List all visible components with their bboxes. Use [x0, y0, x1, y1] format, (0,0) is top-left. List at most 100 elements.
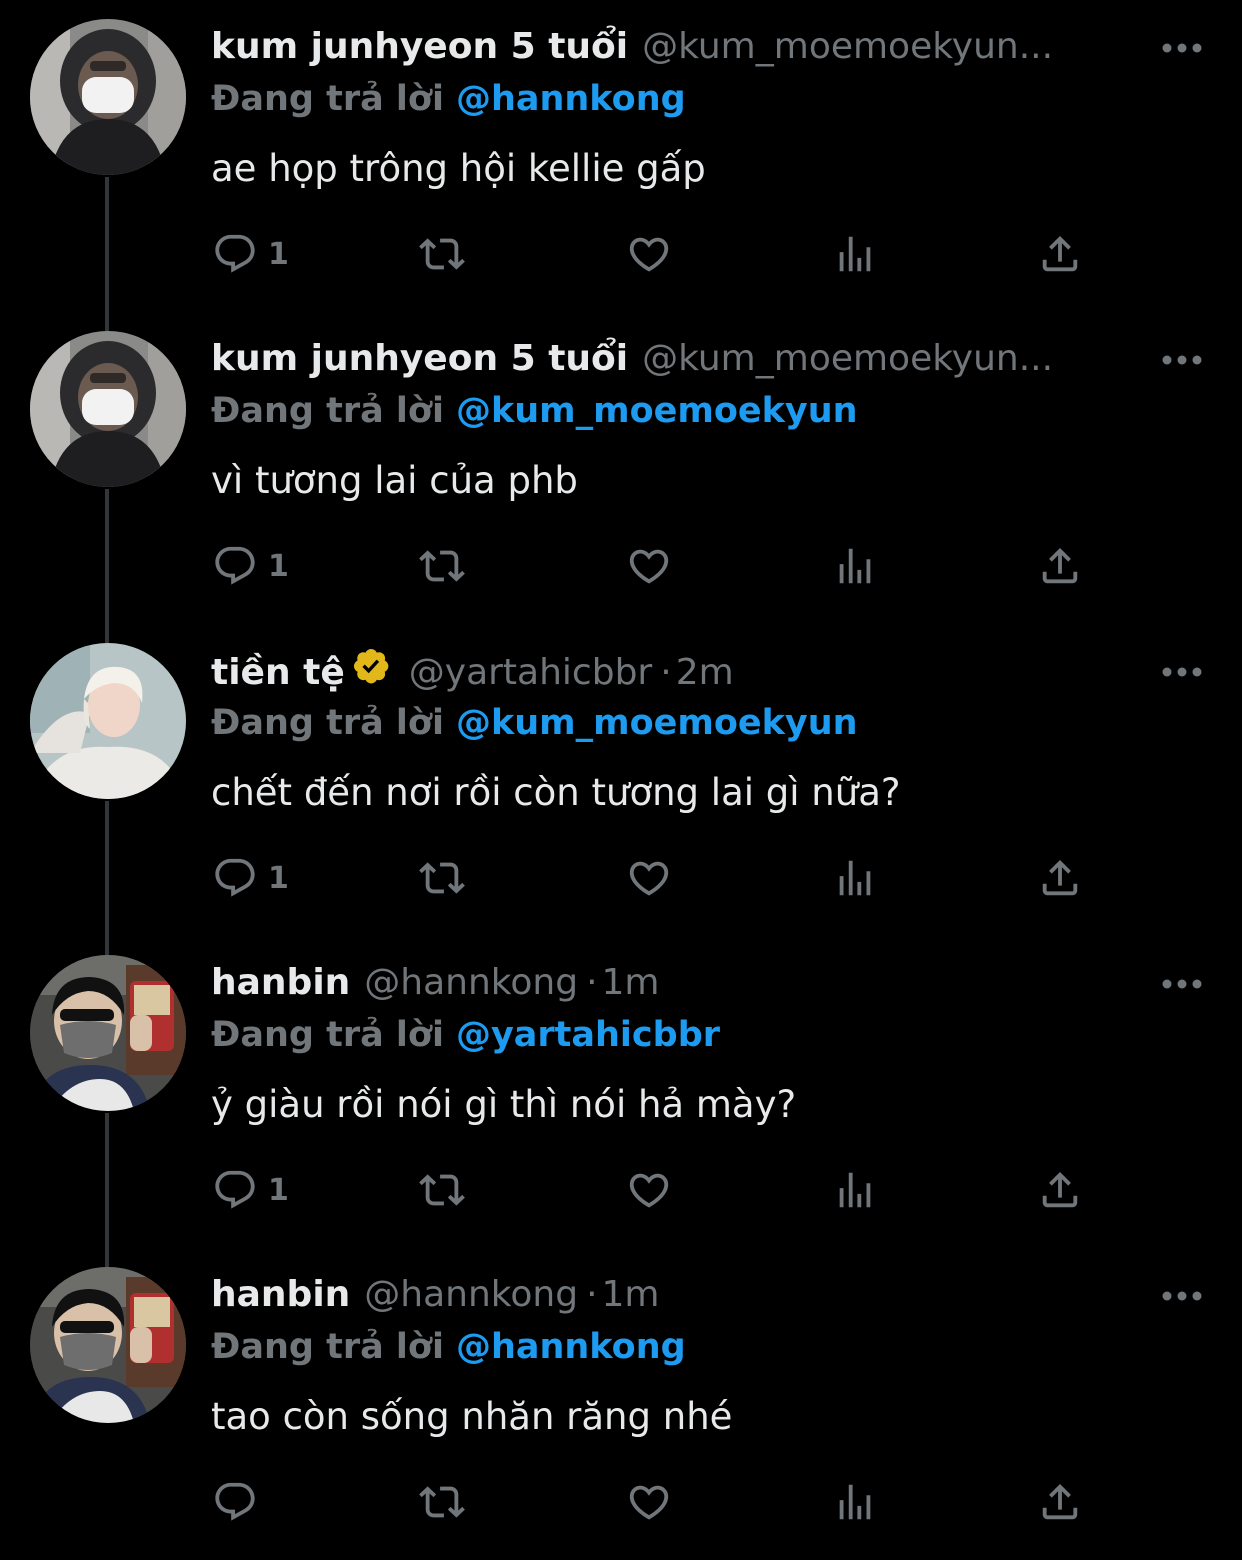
replying-label: Đang trả lời	[211, 1327, 444, 1367]
reply-button[interactable]: 1	[212, 838, 289, 918]
more-options-icon[interactable]	[1160, 40, 1204, 54]
mention-link[interactable]: @kum_moemoekyun	[456, 703, 858, 743]
timestamp[interactable]: 1m	[602, 1274, 660, 1315]
user-handle[interactable]: @kum_moemoekyun...	[642, 26, 1053, 67]
tweet-actions: 1	[0, 526, 1242, 606]
tweet-actions: 1	[0, 1150, 1242, 1230]
share-button[interactable]	[1037, 214, 1083, 294]
tweet-thread: kum junhyeon 5 tuổi @kum_moemoekyun... Đa…	[0, 0, 1242, 1548]
display-name[interactable]: hanbin	[211, 1274, 350, 1315]
tweet-text: tao còn sống nhăn răng nhé	[211, 1395, 733, 1438]
more-options-icon[interactable]	[1160, 352, 1204, 366]
reply-button[interactable]: 1	[212, 1150, 289, 1230]
like-button[interactable]	[625, 526, 673, 606]
retweet-button[interactable]	[414, 1462, 470, 1542]
tweet[interactable]: tiền tệ @yartahicbbr · 2m Đang trả lời @kum…	[0, 624, 1242, 955]
retweet-button[interactable]	[414, 838, 470, 918]
views-button[interactable]	[832, 214, 878, 294]
avatar[interactable]	[30, 19, 186, 175]
display-name[interactable]: hanbin	[211, 962, 350, 1003]
share-icon	[1037, 231, 1083, 277]
share-button[interactable]	[1037, 838, 1083, 918]
more-options-icon[interactable]	[1160, 664, 1204, 678]
mention-link[interactable]: @hannkong	[456, 79, 686, 119]
user-handle[interactable]: @hannkong	[364, 1274, 578, 1315]
user-handle[interactable]: @yartahicbbr	[409, 652, 652, 693]
mention-link[interactable]: @hannkong	[456, 1327, 686, 1367]
like-button[interactable]	[625, 214, 673, 294]
avatar[interactable]	[30, 955, 186, 1111]
replying-label: Đang trả lời	[211, 1015, 444, 1055]
heart-icon	[625, 543, 673, 589]
tweet[interactable]: kum junhyeon 5 tuổi @kum_moemoekyun... Đa…	[0, 0, 1242, 331]
views-chart-icon	[832, 1167, 878, 1213]
views-button[interactable]	[832, 526, 878, 606]
views-button[interactable]	[832, 838, 878, 918]
reply-icon	[212, 1167, 258, 1213]
like-button[interactable]	[625, 838, 673, 918]
share-button[interactable]	[1037, 526, 1083, 606]
replying-to: Đang trả lời @kum_moemoekyun	[211, 386, 858, 436]
heart-icon	[625, 1167, 673, 1213]
retweet-button[interactable]	[414, 214, 470, 294]
tweet-header: hanbin @hannkong · 1m	[211, 958, 1151, 1008]
tweet[interactable]: kum junhyeon 5 tuổi @kum_moemoekyun... Đa…	[0, 312, 1242, 643]
like-button[interactable]	[625, 1150, 673, 1230]
reply-button[interactable]	[212, 1462, 258, 1542]
tweet[interactable]: hanbin @hannkong · 1m Đang trả lời @yartahic…	[0, 936, 1242, 1267]
heart-icon	[625, 231, 673, 277]
retweet-icon	[414, 231, 470, 277]
like-button[interactable]	[625, 1462, 673, 1542]
display-name[interactable]: kum junhyeon 5 tuổi	[211, 338, 628, 379]
reply-count: 1	[268, 1172, 289, 1208]
heart-icon	[625, 855, 673, 901]
tweet[interactable]: hanbin @hannkong · 1m Đang trả lời @hannkong…	[0, 1248, 1242, 1560]
retweet-icon	[414, 1479, 470, 1525]
retweet-button[interactable]	[414, 526, 470, 606]
reply-button[interactable]: 1	[212, 526, 289, 606]
avatar[interactable]	[30, 643, 186, 799]
tweet-header: tiền tệ @yartahicbbr · 2m	[211, 646, 1151, 696]
verified-badge-icon	[351, 646, 395, 696]
timestamp[interactable]: 1m	[602, 962, 660, 1003]
tweet-actions: 1	[0, 214, 1242, 294]
user-handle[interactable]: @kum_moemoekyun...	[642, 338, 1053, 379]
share-icon	[1037, 1167, 1083, 1213]
views-chart-icon	[832, 231, 878, 277]
tweet-text: ỷ giàu rồi nói gì thì nói hả mày?	[211, 1083, 797, 1126]
retweet-icon	[414, 855, 470, 901]
avatar[interactable]	[30, 1267, 186, 1423]
tweet-actions: 1	[0, 838, 1242, 918]
separator-dot: ·	[660, 652, 672, 693]
mention-link[interactable]: @kum_moemoekyun	[456, 391, 858, 431]
separator-dot: ·	[586, 1274, 598, 1315]
display-name[interactable]: kum junhyeon 5 tuổi	[211, 26, 628, 67]
tweet-text: chết đến nơi rồi còn tương lai gì nữa?	[211, 771, 901, 814]
views-button[interactable]	[832, 1462, 878, 1542]
share-icon	[1037, 543, 1083, 589]
more-options-icon[interactable]	[1160, 1288, 1204, 1302]
heart-icon	[625, 1479, 673, 1525]
reply-count: 1	[268, 860, 289, 896]
replying-to: Đang trả lời @hannkong	[211, 1322, 686, 1372]
more-options-icon[interactable]	[1160, 976, 1204, 990]
retweet-button[interactable]	[414, 1150, 470, 1230]
user-handle[interactable]: @hannkong	[364, 962, 578, 1003]
avatar[interactable]	[30, 331, 186, 487]
views-button[interactable]	[832, 1150, 878, 1230]
reply-icon	[212, 855, 258, 901]
share-button[interactable]	[1037, 1150, 1083, 1230]
views-chart-icon	[832, 855, 878, 901]
display-name[interactable]: tiền tệ	[211, 652, 345, 693]
tweet-header: kum junhyeon 5 tuổi @kum_moemoekyun...	[211, 22, 1151, 72]
tweet-text: vì tương lai của phb	[211, 459, 578, 502]
timestamp[interactable]: 2m	[676, 652, 734, 693]
share-button[interactable]	[1037, 1462, 1083, 1542]
replying-label: Đang trả lời	[211, 703, 444, 743]
mention-link[interactable]: @yartahicbbr	[456, 1015, 720, 1055]
reply-count: 1	[268, 236, 289, 272]
replying-to: Đang trả lời @kum_moemoekyun	[211, 698, 858, 748]
reply-icon	[212, 231, 258, 277]
reply-button[interactable]: 1	[212, 214, 289, 294]
retweet-icon	[414, 1167, 470, 1213]
